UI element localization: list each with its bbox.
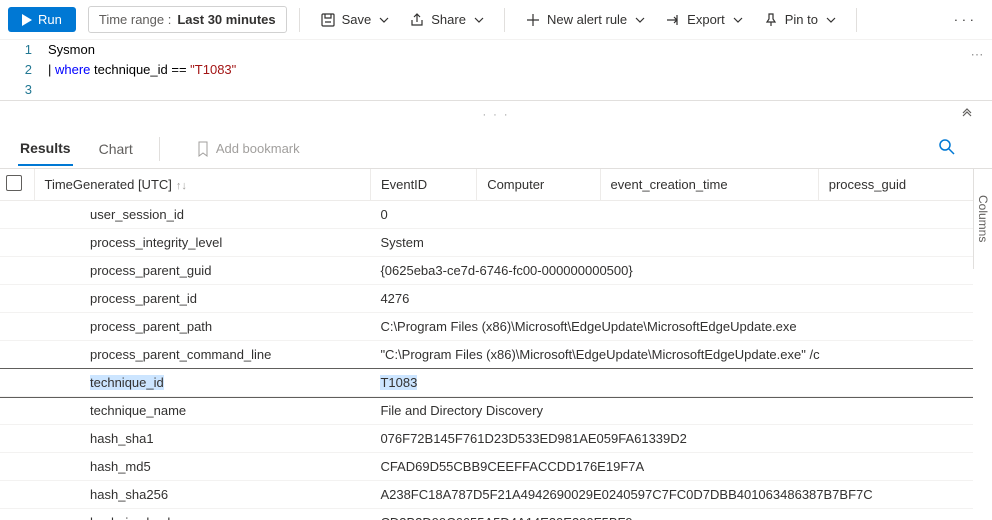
detail-row[interactable]: hash_imphashCD3B2D99C6655A5D4A14E30E380F… <box>0 509 973 520</box>
detail-row[interactable]: user_session_id0 <box>0 201 973 229</box>
time-range-value: Last 30 minutes <box>177 12 275 27</box>
sort-icon: ↑↓ <box>176 180 187 192</box>
separator <box>159 137 160 161</box>
share-icon <box>409 12 425 28</box>
field-value: C:\Program Files (x86)\Microsoft\EdgeUpd… <box>370 313 973 341</box>
detail-row[interactable]: process_parent_id4276 <box>0 285 973 313</box>
time-range-label: Time range : <box>99 12 172 27</box>
more-button[interactable]: · · · <box>944 7 984 32</box>
detail-row[interactable]: hash_md5CFAD69D55CBB9CEEFFACCDD176E19F7A <box>0 453 973 481</box>
save-button[interactable]: Save <box>312 7 398 33</box>
field-value: {0625eba3-ce7d-6746-fc00-000000000500} <box>370 257 973 285</box>
detail-row[interactable]: process_parent_pathC:\Program Files (x86… <box>0 313 973 341</box>
field-value: CD3B2D99C6655A5D4A14E30E380F5BF9 <box>370 509 973 520</box>
detail-row[interactable]: process_integrity_levelSystem <box>0 229 973 257</box>
share-label: Share <box>431 12 466 27</box>
field-value: File and Directory Discovery <box>370 397 973 425</box>
field-value: 4276 <box>370 285 973 313</box>
field-name: process_parent_command_line <box>0 341 370 369</box>
query-editor[interactable]: 1Sysmon2| where technique_id == "T1083"3… <box>0 40 992 101</box>
pane-resize-handle[interactable]: · · · <box>0 101 992 129</box>
field-value: T1083 <box>370 369 973 397</box>
new-alert-button[interactable]: New alert rule <box>517 7 653 33</box>
code-line[interactable] <box>42 80 48 100</box>
code-line[interactable]: Sysmon <box>42 40 95 60</box>
select-all-checkbox[interactable] <box>0 169 34 201</box>
line-number: 2 <box>0 60 42 80</box>
export-icon <box>665 12 681 28</box>
chevron-down-icon <box>733 15 743 25</box>
field-value: System <box>370 229 973 257</box>
chevron-down-icon <box>474 15 484 25</box>
field-name: hash_md5 <box>0 453 370 481</box>
detail-row[interactable]: hash_sha256A238FC18A787D5F21A4942690029E… <box>0 481 973 509</box>
checkbox-icon <box>6 175 22 191</box>
field-name: hash_sha1 <box>0 425 370 453</box>
field-name: process_integrity_level <box>0 229 370 257</box>
tab-results[interactable]: Results <box>18 132 73 166</box>
time-range-picker[interactable]: Time range : Last 30 minutes <box>88 6 287 33</box>
export-label: Export <box>687 12 725 27</box>
field-name: process_parent_guid <box>0 257 370 285</box>
code-line[interactable]: | where technique_id == "T1083" <box>42 60 236 80</box>
save-icon <box>320 12 336 28</box>
results-scroll[interactable]: TimeGenerated [UTC]↑↓ EventID Computer e… <box>0 169 973 520</box>
line-number: 1 <box>0 40 42 60</box>
field-value: A238FC18A787D5F21A4942690029E0240597C7FC… <box>370 481 973 509</box>
field-value: 0 <box>370 201 973 229</box>
pin-icon <box>763 12 779 28</box>
editor-overflow-icon: ⋯ <box>968 46 986 64</box>
pin-button[interactable]: Pin to <box>755 7 844 33</box>
separator <box>299 8 300 32</box>
play-icon <box>22 14 32 26</box>
field-name: user_session_id <box>0 201 370 229</box>
share-button[interactable]: Share <box>401 7 492 33</box>
field-name: hash_sha256 <box>0 481 370 509</box>
bookmark-icon <box>196 141 210 157</box>
field-value: 076F72B145F761D23D533ED981AE059FA61339D2 <box>370 425 973 453</box>
separator <box>504 8 505 32</box>
field-name: hash_imphash <box>0 509 370 520</box>
field-name: technique_id <box>0 369 370 397</box>
col-eventid[interactable]: EventID <box>370 169 476 201</box>
new-alert-label: New alert rule <box>547 12 627 27</box>
results-table: TimeGenerated [UTC]↑↓ EventID Computer e… <box>0 169 973 520</box>
plus-icon <box>525 12 541 28</box>
pin-label: Pin to <box>785 12 818 27</box>
tab-chart[interactable]: Chart <box>97 133 135 165</box>
collapse-up-icon[interactable] <box>960 107 974 124</box>
detail-row[interactable]: process_parent_guid{0625eba3-ce7d-6746-f… <box>0 257 973 285</box>
chevron-down-icon <box>826 15 836 25</box>
run-label: Run <box>38 12 62 27</box>
search-button[interactable] <box>938 138 956 159</box>
columns-panel-toggle[interactable]: Columns <box>973 169 992 269</box>
add-bookmark-button[interactable]: Add bookmark <box>196 141 300 157</box>
field-value: CFAD69D55CBB9CEEFFACCDD176E19F7A <box>370 453 973 481</box>
save-label: Save <box>342 12 372 27</box>
run-button[interactable]: Run <box>8 7 76 32</box>
col-event-creation-time[interactable]: event_creation_time <box>600 169 818 201</box>
line-number: 3 <box>0 80 42 100</box>
chevron-down-icon <box>635 15 645 25</box>
field-name: process_parent_path <box>0 313 370 341</box>
col-computer[interactable]: Computer <box>477 169 600 201</box>
table-header-row: TimeGenerated [UTC]↑↓ EventID Computer e… <box>0 169 973 201</box>
detail-row[interactable]: hash_sha1076F72B145F761D23D533ED981AE059… <box>0 425 973 453</box>
export-button[interactable]: Export <box>657 7 751 33</box>
detail-row[interactable]: technique_idT1083 <box>0 369 973 397</box>
detail-row[interactable]: process_parent_command_line"C:\Program F… <box>0 341 973 369</box>
detail-row[interactable]: technique_nameFile and Directory Discove… <box>0 397 973 425</box>
col-timegenerated[interactable]: TimeGenerated [UTC]↑↓ <box>34 169 370 201</box>
toolbar: Run Time range : Last 30 minutes Save Sh… <box>0 0 992 40</box>
chevron-down-icon <box>379 15 389 25</box>
field-name: process_parent_id <box>0 285 370 313</box>
field-name: technique_name <box>0 397 370 425</box>
col-process-guid[interactable]: process_guid <box>818 169 973 201</box>
results-table-wrapper: TimeGenerated [UTC]↑↓ EventID Computer e… <box>0 169 992 520</box>
field-value: "C:\Program Files (x86)\Microsoft\EdgeUp… <box>370 341 973 369</box>
search-icon <box>938 138 956 156</box>
results-tabs: Results Chart Add bookmark <box>0 129 992 169</box>
separator <box>856 8 857 32</box>
add-bookmark-label: Add bookmark <box>216 141 300 156</box>
